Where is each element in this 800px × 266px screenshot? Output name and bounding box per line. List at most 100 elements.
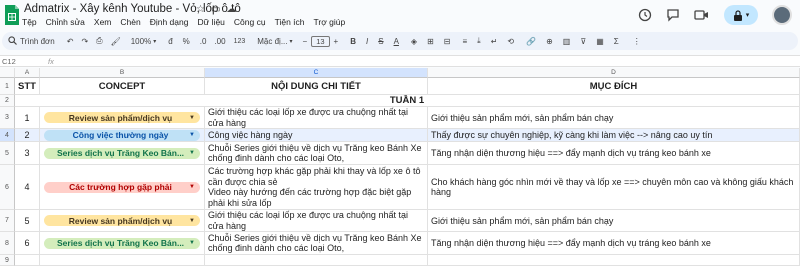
header-concept[interactable]: CONCEPT: [40, 78, 205, 95]
menu-view[interactable]: Xem: [94, 17, 111, 27]
more-formats-button[interactable]: 123: [234, 38, 246, 45]
concept-chip[interactable]: Series dịch vụ Trăng Keo Bán... ▼: [44, 147, 200, 159]
column-header-d[interactable]: D: [428, 68, 800, 78]
detail-cell[interactable]: Giới thiệu các loại lốp xe được ưa chuộn…: [205, 210, 428, 232]
zoom-select[interactable]: 100%: [131, 37, 151, 46]
row-header[interactable]: 9: [0, 255, 15, 266]
filter-icon[interactable]: ⊽: [580, 37, 586, 46]
comment-icon[interactable]: [666, 8, 680, 22]
row-header[interactable]: 5: [0, 142, 15, 165]
video-icon[interactable]: [694, 8, 710, 22]
menu-tools[interactable]: Công cụ: [234, 17, 266, 27]
row-header[interactable]: 8: [0, 232, 15, 255]
borders-icon[interactable]: ⊞: [427, 37, 434, 46]
link-icon[interactable]: 🔗: [526, 37, 536, 46]
concept-cell[interactable]: Review sản phẩm/dịch vụ ▼: [40, 107, 205, 129]
stt-cell[interactable]: 3: [15, 142, 40, 165]
purpose-cell[interactable]: Cho khách hàng góc nhìn mới về thay và l…: [428, 165, 800, 210]
rotate-icon[interactable]: ⟲: [507, 37, 514, 46]
stt-cell[interactable]: 1: [15, 107, 40, 129]
history-icon[interactable]: [638, 8, 652, 22]
font-select[interactable]: Mặc đị...: [257, 37, 287, 46]
stt-cell[interactable]: 2: [15, 129, 40, 142]
purpose-cell[interactable]: Thấy được sự chuyên nghiệp, kỹ càng khi …: [428, 129, 800, 142]
name-box[interactable]: C12: [0, 57, 40, 66]
concept-chip[interactable]: Review sản phẩm/dịch vụ ▼: [44, 215, 200, 226]
concept-chip[interactable]: Review sản phẩm/dịch vụ ▼: [44, 112, 200, 123]
column-header-a[interactable]: A: [15, 68, 40, 78]
decrease-decimal-button[interactable]: .0: [200, 37, 207, 46]
concept-cell[interactable]: Công việc thường ngày ▼: [40, 129, 205, 142]
purpose-cell[interactable]: Giới thiệu sản phẩm mới, sản phẩm bán ch…: [428, 210, 800, 232]
stt-cell[interactable]: [15, 255, 40, 266]
row-header[interactable]: 1: [0, 78, 15, 95]
comment-add-icon[interactable]: ⊕: [546, 37, 553, 46]
bold-button[interactable]: B: [350, 37, 356, 46]
detail-cell[interactable]: Chuỗi Series giới thiệu về dịch vụ Trăng…: [205, 142, 428, 165]
print-icon[interactable]: ⎙: [96, 36, 102, 46]
concept-cell[interactable]: Review sản phẩm/dịch vụ ▼: [40, 210, 205, 232]
column-header-b[interactable]: B: [40, 68, 205, 78]
menu-edit[interactable]: Chỉnh sửa: [46, 17, 85, 27]
cloud-icon[interactable]: ☁: [226, 4, 236, 15]
row-header[interactable]: 4: [0, 129, 15, 142]
concept-chip[interactable]: Series dịch vụ Trăng Keo Bán... ▼: [44, 237, 200, 249]
purpose-cell[interactable]: [428, 255, 800, 266]
sheets-logo-icon[interactable]: [4, 4, 20, 26]
text-color-button[interactable]: A: [394, 37, 399, 46]
row-header[interactable]: 6: [0, 165, 15, 210]
column-header-c[interactable]: C: [205, 68, 428, 78]
folder-icon[interactable]: ▭: [211, 4, 220, 15]
concept-cell[interactable]: [40, 255, 205, 266]
purpose-cell[interactable]: Tăng nhận diện thương hiệu ==> đẩy mạnh …: [428, 142, 800, 165]
functions-icon[interactable]: Σ: [614, 37, 619, 46]
dropdown-arrow-icon[interactable]: ▼: [189, 132, 195, 138]
dropdown-arrow-icon[interactable]: ▼: [189, 115, 195, 121]
concept-cell[interactable]: Các trường hợp gặp phải ▼: [40, 165, 205, 210]
dropdown-arrow-icon[interactable]: ▼: [189, 240, 195, 246]
concept-chip[interactable]: Các trường hợp gặp phải ▼: [44, 181, 200, 193]
fill-color-icon[interactable]: ◈: [411, 37, 417, 46]
concept-cell[interactable]: Series dịch vụ Trăng Keo Bán... ▼: [40, 232, 205, 255]
dropdown-arrow-icon[interactable]: ▼: [189, 184, 195, 190]
font-size-decrease[interactable]: −: [303, 37, 308, 46]
font-size-input[interactable]: 13: [311, 35, 330, 47]
select-all-corner[interactable]: [0, 68, 15, 78]
paint-format-icon[interactable]: 🖌: [111, 37, 121, 46]
row-header[interactable]: 3: [0, 107, 15, 129]
italic-button[interactable]: I: [366, 37, 368, 46]
detail-cell[interactable]: [205, 255, 428, 266]
detail-cell[interactable]: Chuỗi Series giới thiệu về dịch vụ Trăng…: [205, 232, 428, 255]
increase-decimal-button[interactable]: .00: [214, 37, 225, 46]
menu-search[interactable]: Trình đơn: [20, 37, 55, 46]
concept-chip[interactable]: Công việc thường ngày ▼: [44, 129, 200, 141]
view-icon[interactable]: ▦: [596, 37, 604, 46]
row-header[interactable]: 2: [0, 95, 15, 107]
wrap-icon[interactable]: ↵: [491, 37, 498, 46]
chart-icon[interactable]: ▥: [563, 37, 571, 46]
header-detail[interactable]: NỘI DUNG CHI TIẾT: [205, 78, 428, 95]
percent-button[interactable]: %: [183, 37, 190, 46]
detail-cell[interactable]: Các trường hợp khác gặp phải khi thay và…: [205, 165, 428, 210]
menu-file[interactable]: Tệp: [22, 17, 37, 27]
detail-cell[interactable]: Giới thiệu các loại lốp xe được ưa chuộn…: [205, 107, 428, 129]
stt-cell[interactable]: 6: [15, 232, 40, 255]
menu-extensions[interactable]: Tiện ích: [275, 17, 305, 27]
dropdown-arrow-icon[interactable]: ▼: [189, 150, 195, 156]
search-icon[interactable]: [8, 35, 17, 47]
avatar[interactable]: [772, 5, 792, 25]
more-icon[interactable]: ⋮: [633, 37, 641, 46]
menu-help[interactable]: Trợ giúp: [314, 17, 346, 27]
star-icon[interactable]: ☆: [196, 4, 205, 15]
stt-cell[interactable]: 4: [15, 165, 40, 210]
redo-icon[interactable]: ↷: [81, 37, 88, 46]
row-header[interactable]: 7: [0, 210, 15, 232]
currency-button[interactable]: đ: [168, 37, 172, 46]
concept-cell[interactable]: Series dịch vụ Trăng Keo Bán... ▼: [40, 142, 205, 165]
stt-cell[interactable]: 5: [15, 210, 40, 232]
align-icon[interactable]: ≡: [462, 37, 467, 46]
font-size-increase[interactable]: +: [334, 37, 339, 46]
menu-data[interactable]: Dữ liệu: [197, 17, 224, 27]
undo-icon[interactable]: ↶: [67, 37, 74, 46]
menu-insert[interactable]: Chèn: [120, 17, 140, 27]
